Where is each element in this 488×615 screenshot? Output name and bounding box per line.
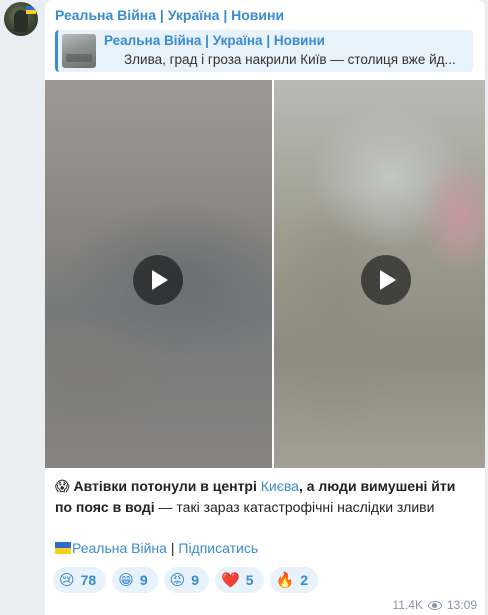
view-count: 11.4K [392, 598, 423, 612]
reaction-cry[interactable]: 😢 78 [53, 567, 107, 593]
reaction-angry[interactable]: 😡 9 [163, 567, 210, 593]
sender-name[interactable]: Реальна Війна | Україна | Новини [55, 7, 284, 23]
play-icon[interactable] [133, 255, 183, 305]
reaction-heart[interactable]: ❤️ 5 [215, 567, 264, 593]
footer-separator: | [166, 540, 179, 556]
reply-preview[interactable]: Реальна Війна | Україна | Новини Злива, … [55, 30, 473, 72]
message-bubble: Реальна Війна | Україна | Новини Реальна… [45, 0, 485, 615]
message-caption: 😱 Автівки потонули в центрі Києва, а люд… [55, 476, 475, 518]
reaction-fire[interactable]: 🔥 2 [269, 567, 319, 593]
reaction-count: 2 [300, 572, 309, 588]
reply-title: Реальна Війна | Україна | Новини [104, 33, 325, 48]
reply-thumbnail [62, 34, 96, 68]
cry-icon: 😢 [59, 572, 75, 589]
reaction-count: 9 [139, 572, 148, 588]
channel-avatar[interactable] [4, 2, 38, 36]
play-icon[interactable] [361, 255, 411, 305]
reaction-count: 5 [245, 572, 254, 588]
scream-emoji: 😱 [55, 478, 70, 494]
ukraine-flag-icon [26, 6, 36, 14]
angry-icon: 😡 [169, 572, 186, 589]
reaction-grin[interactable]: 😁 9 [112, 567, 158, 593]
hashtag-link[interactable]: Києва [261, 478, 299, 494]
channel-footer: Реальна Війна | Підписатись [55, 540, 258, 556]
caption-bold-text: Автівки потонули в центрі [73, 478, 261, 494]
message-time: 13:09 [446, 598, 477, 612]
video-thumbnail[interactable] [274, 80, 485, 468]
video-thumbnail[interactable] [45, 80, 272, 468]
fire-icon: 🔥 [275, 572, 295, 589]
heart-icon: ❤️ [221, 572, 240, 589]
reaction-count: 78 [80, 572, 97, 588]
reactions-bar: 😢 78 😁 9 😡 9 ❤️ 5 🔥 2 [53, 567, 319, 593]
subscribe-link[interactable]: Підписатись [178, 540, 258, 556]
channel-link[interactable]: Реальна Війна [72, 540, 167, 556]
caption-text: — такі зараз катастрофічні наслідки злив… [154, 499, 435, 515]
ukraine-flag-icon [55, 542, 71, 554]
reply-text: Злива, град і гроза накрили Київ — столи… [124, 52, 456, 67]
message-meta: 11.4K 13:09 [393, 598, 478, 612]
eye-icon [427, 600, 442, 610]
reaction-count: 9 [191, 572, 200, 588]
grin-icon: 😁 [118, 572, 134, 589]
media-album [45, 80, 485, 468]
